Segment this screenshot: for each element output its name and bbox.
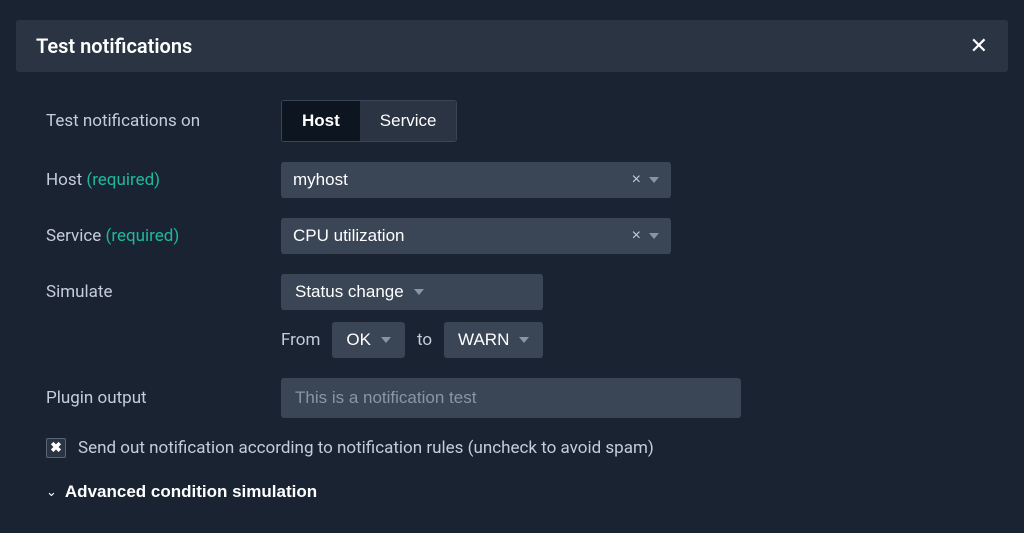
chevron-down-icon [649, 233, 659, 239]
host-combobox[interactable]: myhost × [281, 162, 671, 198]
from-label: From [281, 330, 320, 350]
label-host: Host (required) [46, 170, 281, 190]
dialog-title: Test notifications [36, 34, 192, 58]
send-notification-label: Send out notification according to notif… [78, 438, 654, 458]
label-plugin-output: Plugin output [46, 388, 281, 408]
chevron-down-icon [649, 177, 659, 183]
label-host-required: (required) [86, 170, 160, 190]
advanced-label: Advanced condition simulation [65, 482, 317, 502]
chevron-down-icon: ⌄ [46, 484, 57, 500]
tab-service[interactable]: Service [360, 101, 457, 141]
label-service-required: (required) [106, 226, 180, 246]
tab-group-test-on: Host Service [281, 100, 457, 142]
chevron-down-icon [381, 337, 391, 343]
close-icon[interactable]: ✕ [970, 35, 988, 57]
label-service-text: Service [46, 226, 106, 246]
row-plugin-output: Plugin output [46, 378, 978, 418]
from-status-select[interactable]: OK [332, 322, 405, 358]
host-value: myhost [293, 170, 632, 190]
simulate-mode-value: Status change [295, 282, 404, 302]
row-send-notification: ✖ Send out notification according to not… [46, 438, 978, 458]
row-test-on: Test notifications on Host Service [46, 100, 978, 142]
advanced-expander[interactable]: ⌄ Advanced condition simulation [46, 482, 317, 502]
to-status-value: WARN [458, 330, 509, 350]
dialog-header: Test notifications ✕ [16, 20, 1008, 72]
send-notification-checkbox[interactable]: ✖ [46, 438, 66, 458]
service-combobox[interactable]: CPU utilization × [281, 218, 671, 254]
row-service: Service (required) CPU utilization × [46, 218, 978, 254]
service-value: CPU utilization [293, 226, 632, 246]
service-clear-icon[interactable]: × [632, 227, 641, 245]
dialog-body: Test notifications on Host Service Host … [16, 72, 1008, 512]
row-host: Host (required) myhost × [46, 162, 978, 198]
label-test-on: Test notifications on [46, 111, 281, 131]
simulate-from-to-row: From OK to WARN [281, 322, 543, 358]
from-status-value: OK [346, 330, 371, 350]
chevron-down-icon [519, 337, 529, 343]
row-simulate: Simulate Status change From OK to WARN [46, 274, 978, 358]
plugin-output-input[interactable] [281, 378, 741, 418]
simulate-mode-select[interactable]: Status change [281, 274, 543, 310]
to-label: to [417, 330, 432, 350]
label-host-text: Host [46, 170, 86, 190]
label-service: Service (required) [46, 226, 281, 246]
simulate-group: Status change From OK to WARN [281, 274, 543, 358]
host-clear-icon[interactable]: × [632, 171, 641, 189]
label-simulate: Simulate [46, 274, 281, 302]
chevron-down-icon [414, 289, 424, 295]
tab-host[interactable]: Host [282, 101, 360, 141]
to-status-select[interactable]: WARN [444, 322, 543, 358]
test-notifications-dialog: Test notifications ✕ Test notifications … [16, 20, 1008, 512]
